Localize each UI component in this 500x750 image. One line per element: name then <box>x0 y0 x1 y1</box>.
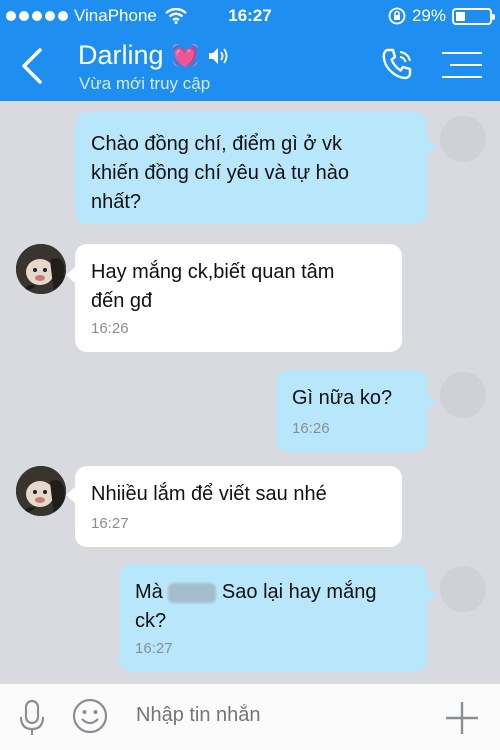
bubble-tail <box>426 392 436 410</box>
message-text-line: Mà Sao lại hay mắng <box>135 578 411 607</box>
status-bar: VinaPhone 16:27 29% <box>0 0 500 32</box>
message-time: 16:27 <box>91 515 129 532</box>
message-input[interactable] <box>136 704 416 727</box>
message-bubble-incoming[interactable]: Nhiiều lắm để viết sau nhé 16:27 <box>75 466 402 547</box>
message-bubble-outgoing[interactable]: Mà Sao lại hay mắng ck? 16:27 <box>119 564 427 672</box>
message-bubble-outgoing[interactable]: Chào đồng chí, điểm gì ở vk khiến đồng c… <box>75 112 427 224</box>
emoji-icon[interactable] <box>72 698 108 734</box>
message-time: 16:26 <box>91 320 129 337</box>
contact-status: Vừa mới truy cập <box>79 74 211 93</box>
bubble-tail <box>426 586 436 604</box>
message-text-line: Chào đồng chí, điểm gì ở vk <box>91 133 343 155</box>
message-text-line: Nhiiều lắm để viết sau nhé <box>91 483 327 505</box>
contact-title[interactable]: Darling 💓 <box>78 40 231 71</box>
message-bubble-outgoing[interactable]: Gì nữa ko? 16:26 <box>276 370 427 452</box>
message-text-line: Gì nữa ko? <box>292 387 393 409</box>
message-time: 16:27 <box>135 640 173 657</box>
message-bubble-incoming[interactable]: Hay mắng ck,biết quan tâm đến gđ 16:26 <box>75 244 402 352</box>
contact-avatar-image <box>16 244 66 294</box>
contact-avatar[interactable] <box>16 466 66 516</box>
message-text-line: khiến đồng chí yêu và tự hào <box>91 162 350 184</box>
bubble-tail <box>426 138 436 156</box>
heart-emoji: 💓 <box>171 42 199 68</box>
my-avatar[interactable] <box>440 116 486 162</box>
chat-header: VinaPhone 16:27 29% Darling 💓 Vừa mới tr… <box>0 0 500 101</box>
contact-name: Darling <box>78 40 164 70</box>
battery-icon <box>452 7 495 25</box>
message-time: 16:26 <box>292 420 330 437</box>
contact-avatar[interactable] <box>16 244 66 294</box>
plus-icon[interactable] <box>444 700 480 736</box>
message-composer <box>0 683 500 750</box>
my-avatar[interactable] <box>440 372 486 418</box>
microphone-icon[interactable] <box>18 699 46 737</box>
contact-avatar-image <box>16 466 66 516</box>
menu-icon[interactable] <box>442 50 482 80</box>
rotation-lock-icon <box>388 7 406 25</box>
my-avatar[interactable] <box>440 566 486 612</box>
message-text-line: nhất? <box>91 191 142 213</box>
phone-call-icon[interactable] <box>380 46 416 82</box>
message-text-line: Hay mắng ck,biết quan tâm <box>91 261 335 283</box>
message-text-line: ck? <box>135 610 167 632</box>
message-text-suffix: Sao lại hay mắng <box>221 581 377 603</box>
message-text-line: đến gđ <box>91 290 153 312</box>
back-button[interactable] <box>16 46 50 86</box>
status-right: 29% <box>388 6 495 26</box>
message-text-prefix: Mà <box>135 581 163 603</box>
battery-percent: 29% <box>411 6 446 25</box>
redacted-name <box>168 582 217 603</box>
speaker-icon <box>208 47 228 64</box>
